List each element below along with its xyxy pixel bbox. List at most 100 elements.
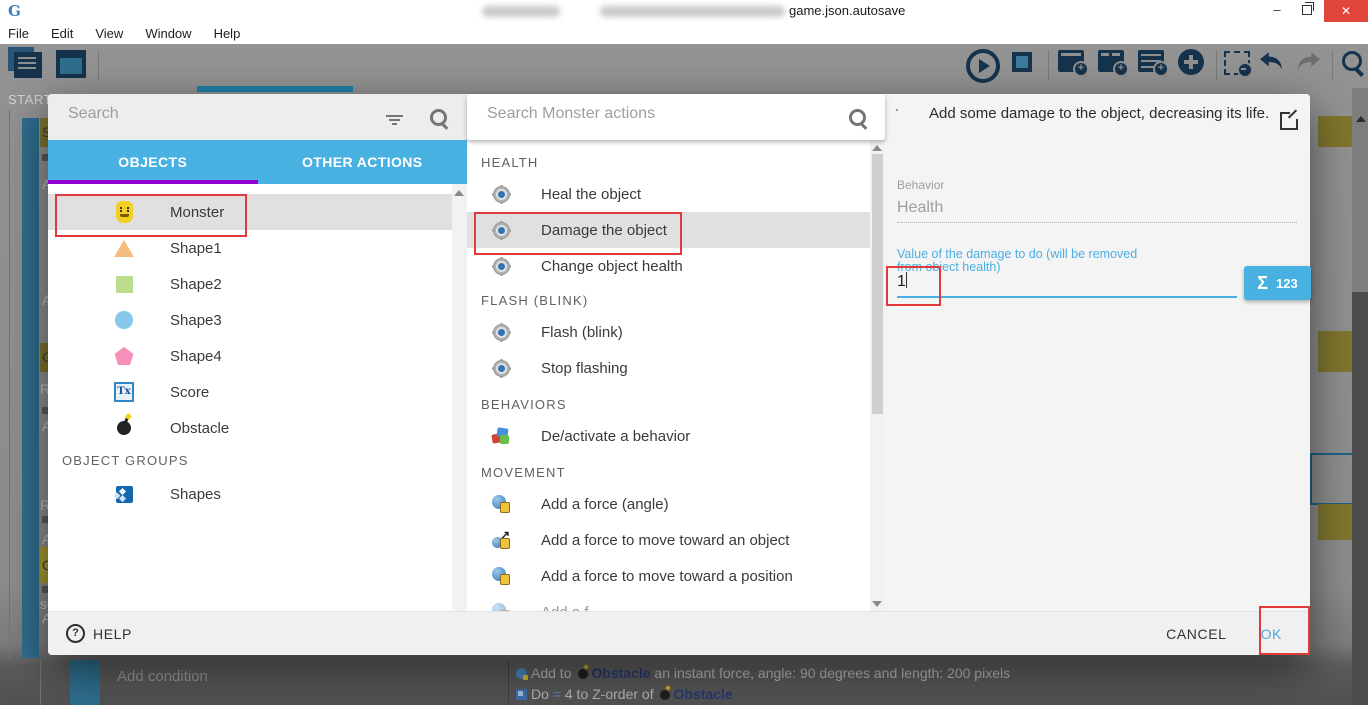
damage-value-input[interactable]: 1 <box>897 272 1237 292</box>
menu-bar: File Edit View Window Help <box>0 22 1368 44</box>
event-action-row[interactable]: Do = 4 to Z-order of Obstacle <box>516 686 733 702</box>
active-tab-indicator <box>197 86 353 92</box>
menu-help[interactable]: Help <box>214 26 241 41</box>
add-condition-link[interactable]: Add condition <box>117 668 208 685</box>
scroll-up-arrow[interactable] <box>872 145 882 151</box>
force-icon <box>491 567 511 585</box>
add-event-icon[interactable]: + <box>1058 50 1084 72</box>
action-item-flash[interactable]: Flash (blink) <box>467 314 870 350</box>
restore-button[interactable] <box>1292 0 1322 22</box>
action-description: Add some damage to the object, decreasin… <box>929 102 1279 126</box>
object-item-shape4[interactable]: Shape4 <box>48 338 452 374</box>
action-selector-panel: HEALTH Heal the object Damage the object… <box>467 94 885 612</box>
action-item-add-force-angle[interactable]: Add a force (angle) <box>467 486 870 522</box>
instruction-editor-dialog: OBJECTS OTHER ACTIONS Monster Shape1 Sha… <box>48 94 1310 655</box>
search-icon[interactable] <box>1342 51 1362 71</box>
input-focus-underline <box>897 296 1237 298</box>
gear-icon <box>491 187 511 202</box>
event-tree-guide <box>9 110 10 660</box>
action-parameters-panel: Add some damage to the object, decreasin… <box>885 94 1310 612</box>
delete-selection-icon[interactable] <box>1224 51 1250 75</box>
selected-event-outline <box>1310 453 1355 505</box>
window-title: game.json.autosave <box>789 3 905 18</box>
object-item-obstacle[interactable]: Obstacle <box>48 410 452 446</box>
action-item-deactivate-behavior[interactable]: De/activate a behavior <box>467 418 870 454</box>
menu-window[interactable]: Window <box>145 26 191 41</box>
menu-view[interactable]: View <box>95 26 123 41</box>
annotation-monster <box>55 194 247 237</box>
blurred-title-segment <box>482 6 560 17</box>
event-sheet-scrollbar-thumb[interactable] <box>1352 292 1368 705</box>
add-icon[interactable] <box>1178 49 1204 75</box>
object-item-shape2[interactable]: Shape2 <box>48 266 452 302</box>
annotation-value-input <box>886 266 941 306</box>
object-tabs: OBJECTS OTHER ACTIONS <box>48 140 467 184</box>
title-bar: G game.json.autosave – ✕ <box>0 0 1368 22</box>
open-in-new-icon[interactable] <box>1280 112 1298 130</box>
gdevelop-logo-icon: G <box>8 2 21 20</box>
event-indent-bar <box>22 118 39 658</box>
object-item-shape3[interactable]: Shape3 <box>48 302 452 338</box>
scene-editor-icon[interactable] <box>56 50 86 78</box>
toolbar-separator <box>1332 50 1333 80</box>
action-item-heal[interactable]: Heal the object <box>467 176 870 212</box>
add-sub-event-icon[interactable]: + <box>1098 50 1124 72</box>
event-action-row[interactable]: Add to Obstacle an instant force, angle:… <box>516 665 1010 681</box>
project-manager-icon[interactable] <box>12 50 42 78</box>
object-list-scrollbar[interactable] <box>452 184 467 612</box>
action-item-stop-flashing[interactable]: Stop flashing <box>467 350 870 386</box>
annotation-damage-action <box>474 212 682 255</box>
behavior-label: Behavior <box>897 178 944 192</box>
tab-start[interactable]: START <box>8 92 52 107</box>
menu-edit[interactable]: Edit <box>51 26 73 41</box>
close-button[interactable]: ✕ <box>1324 0 1368 22</box>
object-search-input[interactable] <box>66 104 370 124</box>
z-order-icon <box>516 689 527 700</box>
minimize-button[interactable]: – <box>1262 0 1292 22</box>
behavior-value[interactable]: Health <box>897 199 943 217</box>
search-icon <box>430 109 447 126</box>
application-window: G game.json.autosave – ✕ File Edit View … <box>0 0 1368 705</box>
scroll-up-arrow[interactable] <box>1356 116 1366 122</box>
section-header-flash: FLASH (BLINK) <box>467 288 870 314</box>
force-toward-object-icon: ↗ <box>491 531 511 549</box>
question-mark-icon: ? <box>66 624 85 643</box>
toolbar-separator <box>1216 50 1217 80</box>
force-icon <box>491 495 511 513</box>
action-search-bar <box>467 94 885 140</box>
section-header-behaviors: BEHAVIORS <box>467 392 870 418</box>
group-item-shapes[interactable]: Shapes <box>48 476 452 512</box>
play-icon[interactable] <box>966 49 1000 83</box>
toolbar-separator <box>1048 50 1049 80</box>
cancel-button[interactable]: CANCEL <box>1166 626 1226 642</box>
event-sheet-bottom: Add condition Add to Obstacle an instant… <box>0 660 1368 705</box>
field-divider <box>897 222 1297 223</box>
scroll-down-arrow[interactable] <box>872 601 882 607</box>
scroll-up-arrow[interactable] <box>454 190 464 196</box>
help-button[interactable]: ? HELP <box>66 624 132 643</box>
action-item-partial[interactable]: Add a f <box>467 594 870 612</box>
undo-icon[interactable] <box>1258 49 1286 75</box>
redo-icon[interactable] <box>1294 49 1322 75</box>
add-comment-icon[interactable]: + <box>1138 50 1164 72</box>
action-item-force-toward-object[interactable]: ↗ Add a force to move toward an object <box>467 522 870 558</box>
menu-file[interactable]: File <box>8 26 29 41</box>
action-list-scrollbar-thumb[interactable] <box>872 154 883 414</box>
event-header-fragment <box>1318 116 1352 147</box>
expression-editor-button[interactable]: Σ 123 <box>1244 266 1311 300</box>
object-groups-header: OBJECT GROUPS <box>48 446 452 476</box>
action-item-force-toward-position[interactable]: Add a force to move toward a position <box>467 558 870 594</box>
behavior-icon <box>491 427 511 445</box>
filter-icon[interactable] <box>386 115 403 117</box>
object-item-score[interactable]: Tx Score <box>48 374 452 410</box>
dialog-footer: ? HELP CANCEL OK <box>48 611 1310 655</box>
bomb-icon <box>578 669 588 679</box>
debug-icon[interactable] <box>1012 52 1032 72</box>
object-selector-panel: OBJECTS OTHER ACTIONS Monster Shape1 Sha… <box>48 94 467 612</box>
section-header-health: HEALTH <box>467 150 870 176</box>
tab-objects[interactable]: OBJECTS <box>48 140 258 184</box>
tab-other-actions[interactable]: OTHER ACTIONS <box>258 140 468 184</box>
action-search-input[interactable] <box>485 104 819 124</box>
search-icon <box>849 109 866 126</box>
action-list-scrollbar[interactable] <box>870 140 885 612</box>
